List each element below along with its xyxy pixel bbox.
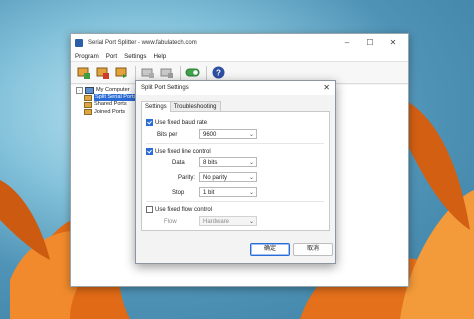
parity-value: No parity	[203, 175, 228, 181]
dialog-title-bar: Split Port Settings ✕	[136, 81, 335, 95]
stop-bits-label: Stop	[172, 190, 185, 196]
computer-icon	[85, 87, 94, 95]
join-port-icon	[141, 68, 154, 78]
flow-control-select[interactable]: Hardware ⌄	[199, 216, 257, 226]
tree-item-shared-ports[interactable]: Shared Ports	[76, 101, 137, 108]
data-bits-select[interactable]: 8 bits ⌄	[199, 157, 257, 167]
app-icon	[75, 38, 83, 47]
fixed-line-control-label: Use fixed line control	[155, 148, 211, 155]
menu-bar: Program Port Settings Help	[71, 51, 408, 62]
flow-label: Flow	[164, 219, 177, 225]
baud-rate-select[interactable]: 9600 ⌄	[199, 129, 257, 139]
bits-per-label: Bits per	[157, 132, 178, 138]
chevron-down-icon: ⌄	[248, 219, 254, 225]
fixed-flow-control-label: Use fixed flow control	[155, 206, 213, 213]
close-button[interactable]: ✕	[384, 34, 402, 51]
split-port-settings-dialog: Split Port Settings ✕ Settings Troublesh…	[135, 80, 336, 264]
tree-item-label: Joined Ports	[94, 108, 126, 115]
join-port-button[interactable]	[139, 64, 156, 81]
stop-bits-select[interactable]: 1 bit ⌄	[199, 187, 257, 197]
add-split-port-button[interactable]	[75, 64, 92, 81]
port-icon	[84, 109, 92, 116]
svg-text:?: ?	[216, 68, 221, 77]
fixed-baud-label: Use fixed baud rate	[155, 119, 208, 126]
title-bar: Serial Port Splitter - www.fabulatech.co…	[71, 34, 408, 51]
divider	[146, 143, 324, 144]
dialog-title: Split Port Settings	[141, 85, 189, 91]
toolbar-separator	[206, 65, 207, 80]
remove-split-port-button[interactable]	[94, 64, 111, 81]
toolbar-separator	[135, 65, 136, 80]
toolbar-separator	[180, 65, 181, 80]
port-icon	[84, 94, 92, 101]
menu-program[interactable]: Program	[75, 53, 99, 60]
menu-port[interactable]: Port	[106, 53, 117, 60]
cancel-button[interactable]: 取消	[293, 243, 333, 256]
tree-item-joined-ports[interactable]: Joined Ports	[76, 109, 137, 116]
remove-port-icon	[96, 67, 109, 79]
flow-control-value: Hardware	[203, 219, 230, 225]
fixed-baud-checkbox[interactable]: Use fixed baud rate	[146, 119, 207, 126]
chevron-down-icon: ⌄	[248, 190, 254, 196]
tree-item-label: Split Serial Ports	[94, 94, 138, 102]
tree-item-split-serial-ports[interactable]: Split Serial Ports	[76, 94, 138, 102]
data-bits-label: Data	[172, 160, 185, 166]
add-port-icon	[77, 67, 90, 79]
tab-settings[interactable]: Settings	[141, 101, 171, 112]
port-settings-icon	[115, 67, 127, 78]
help-icon: ?	[212, 66, 225, 79]
menu-settings[interactable]: Settings	[124, 53, 146, 60]
chevron-down-icon: ⌄	[248, 132, 254, 138]
tree-root-label: My Computer	[96, 87, 130, 93]
fixed-line-control-checkbox[interactable]: Use fixed line control	[146, 148, 211, 155]
data-bits-value: 8 bits	[203, 160, 218, 166]
checkbox-unchecked-icon	[146, 206, 153, 213]
share-port-icon	[160, 68, 173, 78]
minimize-button[interactable]: –	[338, 34, 356, 51]
collapse-icon[interactable]: -	[76, 87, 83, 95]
fixed-flow-control-checkbox[interactable]: Use fixed flow control	[146, 206, 212, 213]
baud-rate-value: 9600	[203, 132, 217, 138]
toggle-on-icon	[185, 68, 200, 77]
tree-root[interactable]: - My Computer	[76, 87, 137, 95]
maximize-button[interactable]: ☐	[361, 34, 379, 51]
dialog-close-button[interactable]: ✕	[323, 83, 330, 92]
settings-panel: Use fixed baud rate Bits per 9600 ⌄ Use …	[141, 111, 330, 231]
port-tree: - My Computer Split Serial Ports Shared …	[76, 87, 138, 116]
menu-help[interactable]: Help	[153, 53, 166, 60]
checkbox-checked-icon	[146, 119, 153, 126]
parity-label: Parity:	[178, 175, 196, 181]
port-settings-button[interactable]	[113, 64, 130, 81]
chevron-down-icon: ⌄	[248, 175, 254, 181]
share-port-button[interactable]	[158, 64, 175, 81]
port-icon	[84, 102, 92, 108]
stop-bits-value: 1 bit	[203, 190, 215, 196]
parity-select[interactable]: No parity ⌄	[199, 172, 257, 182]
help-button[interactable]: ?	[210, 64, 227, 81]
ok-button[interactable]: 确定	[250, 243, 290, 256]
divider	[146, 201, 324, 202]
chevron-down-icon: ⌄	[248, 160, 254, 166]
toggle-button[interactable]	[184, 64, 201, 81]
tree-item-label: Shared Ports	[94, 101, 127, 108]
window-title: Serial Port Splitter - www.fabulatech.co…	[88, 39, 197, 46]
checkbox-checked-icon	[146, 148, 153, 155]
